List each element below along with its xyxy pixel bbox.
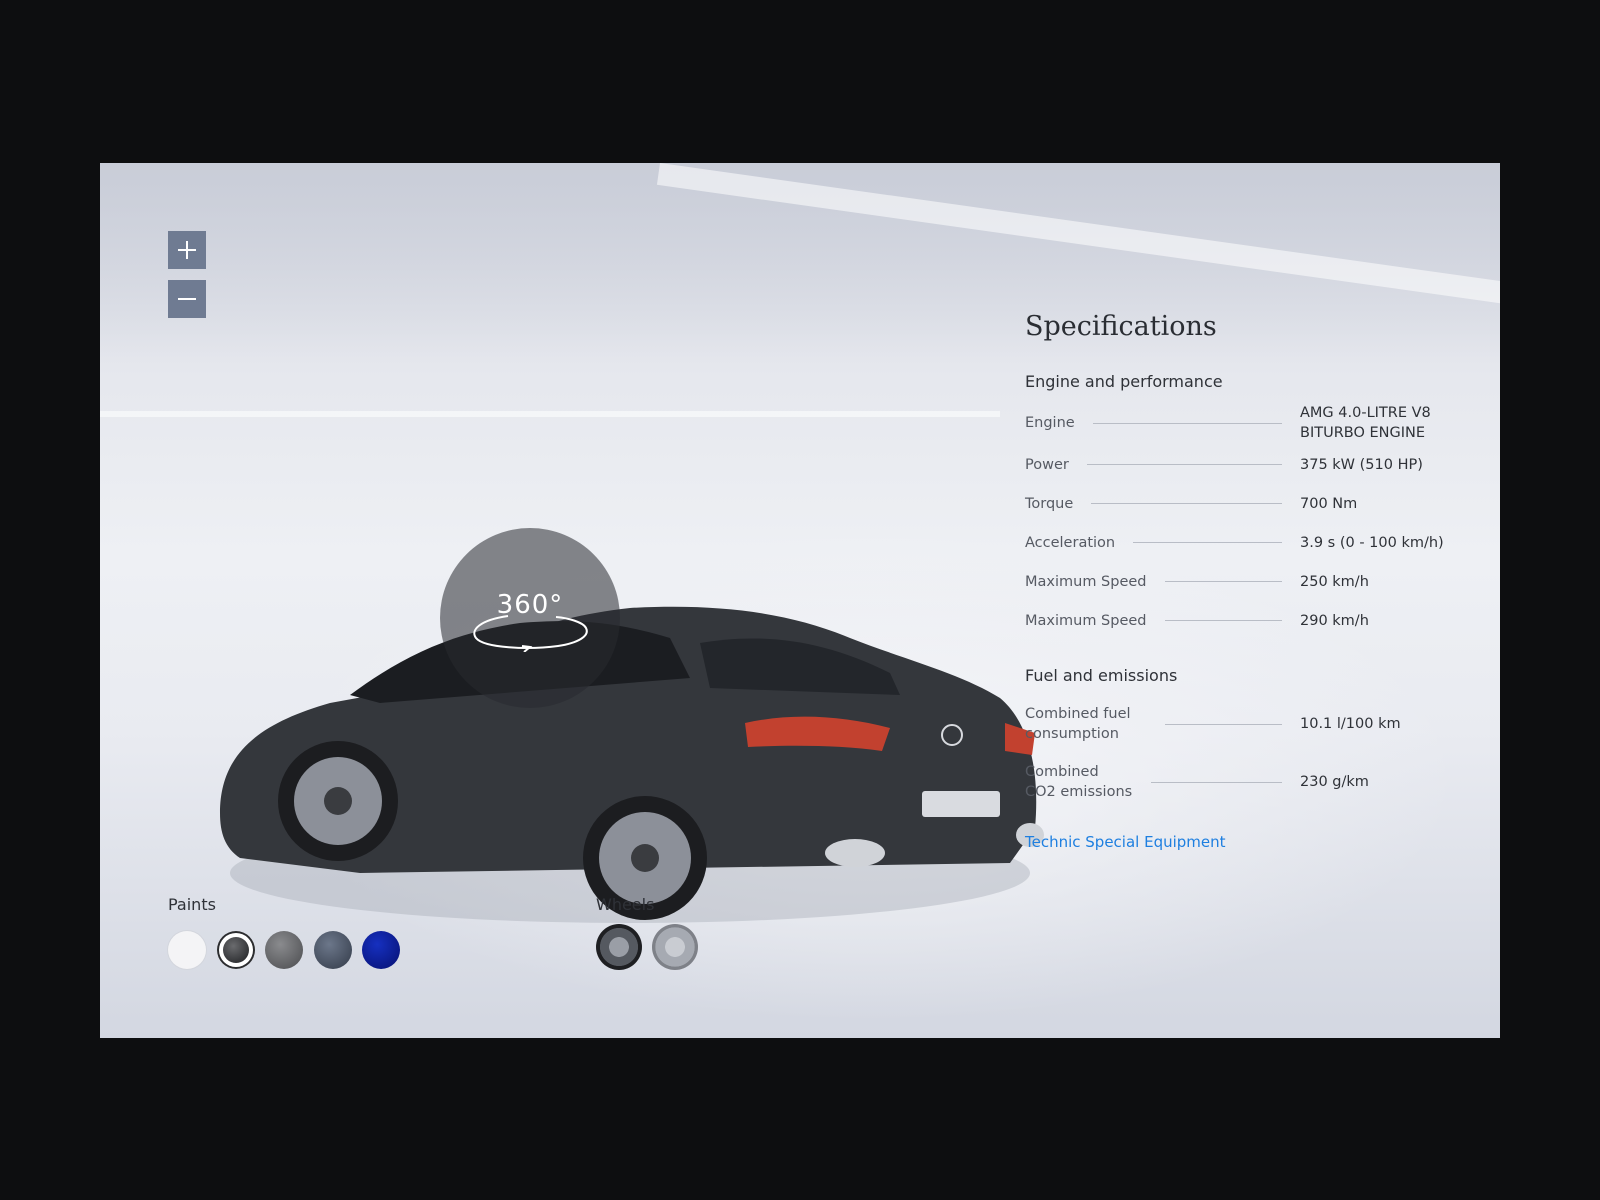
spec-value: 700 Nm <box>1300 495 1358 512</box>
spec-value: 375 kW (510 HP) <box>1300 456 1423 473</box>
spec-label: Combined CO2 emissions <box>1025 764 1133 800</box>
spec-row-co2-emissions: Combined CO2 emissions 230 g/km <box>1025 753 1445 811</box>
spec-divider <box>1133 542 1282 543</box>
spec-label: Acceleration <box>1025 534 1116 551</box>
spec-divider <box>1151 781 1282 783</box>
spec-label: Combined fuel consumption <box>1025 706 1131 742</box>
spec-label: Maximum Speed <box>1025 612 1147 629</box>
spec-row-fuel-consumption: Combined fuel consumption 10.1 l/100 km <box>1025 695 1445 753</box>
wheels-label: Wheels <box>596 895 655 914</box>
specifications-title: Specifications <box>1025 311 1217 342</box>
wall-line <box>100 411 1000 417</box>
spec-row-power: Power 375 kW (510 HP) <box>1025 445 1445 484</box>
spec-label: Maximum Speed <box>1025 573 1147 590</box>
spec-label: Torque <box>1025 495 1074 512</box>
engine-section-title: Engine and performance <box>1025 372 1223 391</box>
spec-divider <box>1164 620 1282 621</box>
spec-row-engine: Engine AMG 4.0-LITRE V8 BITURBO ENGINE <box>1025 401 1445 445</box>
paint-swatch-blue[interactable] <box>362 931 400 969</box>
rotate-360-control[interactable]: 360° <box>440 528 620 708</box>
spec-label: Engine <box>1025 415 1075 431</box>
spec-divider <box>1092 422 1282 424</box>
spec-value: 290 km/h <box>1300 612 1369 629</box>
spec-row-max-speed: Maximum Speed 250 km/h <box>1025 562 1445 601</box>
technic-special-equipment-link[interactable]: Technic Special Equipment <box>1025 833 1226 851</box>
paint-swatch-slate-blue[interactable] <box>314 931 352 969</box>
specifications-panel: Specifications Engine and performance En… <box>1025 311 1445 851</box>
paints-label: Paints <box>168 895 216 914</box>
fuel-section-title: Fuel and emissions <box>1025 666 1178 685</box>
zoom-in-button[interactable] <box>168 231 206 269</box>
configurator-viewer: 360° Specifications Engine and performan… <box>100 163 1500 1038</box>
spec-divider <box>1086 464 1282 465</box>
spec-label: Power <box>1025 456 1069 473</box>
wheel-option-silver[interactable] <box>652 924 698 970</box>
spec-row-torque: Torque 700 Nm <box>1025 484 1445 523</box>
spec-divider <box>1091 503 1282 504</box>
spec-divider <box>1165 723 1282 725</box>
car-image[interactable] <box>200 433 1060 953</box>
zoom-out-button[interactable] <box>168 280 206 318</box>
spec-row-acceleration: Acceleration 3.9 s (0 - 100 km/h) <box>1025 523 1445 562</box>
spec-value: 250 km/h <box>1300 573 1369 590</box>
paint-swatch-white[interactable] <box>168 931 206 969</box>
minus-icon <box>178 298 196 300</box>
paint-swatch-grey[interactable] <box>265 931 303 969</box>
spec-divider <box>1164 581 1282 582</box>
spec-value: AMG 4.0-LITRE V8 BITURBO ENGINE <box>1300 405 1431 441</box>
wheel-option-dark[interactable] <box>596 924 642 970</box>
rotate-arrow-icon <box>473 615 588 652</box>
spec-value: 3.9 s (0 - 100 km/h) <box>1300 534 1444 551</box>
spec-row-max-speed-alt: Maximum Speed 290 km/h <box>1025 601 1445 640</box>
spec-value: 230 g/km <box>1300 774 1369 790</box>
paint-swatch-black-selected[interactable] <box>217 931 255 969</box>
plus-icon <box>178 241 196 259</box>
spec-value: 10.1 l/100 km <box>1300 716 1401 732</box>
selected-swatch-fill <box>223 937 249 963</box>
